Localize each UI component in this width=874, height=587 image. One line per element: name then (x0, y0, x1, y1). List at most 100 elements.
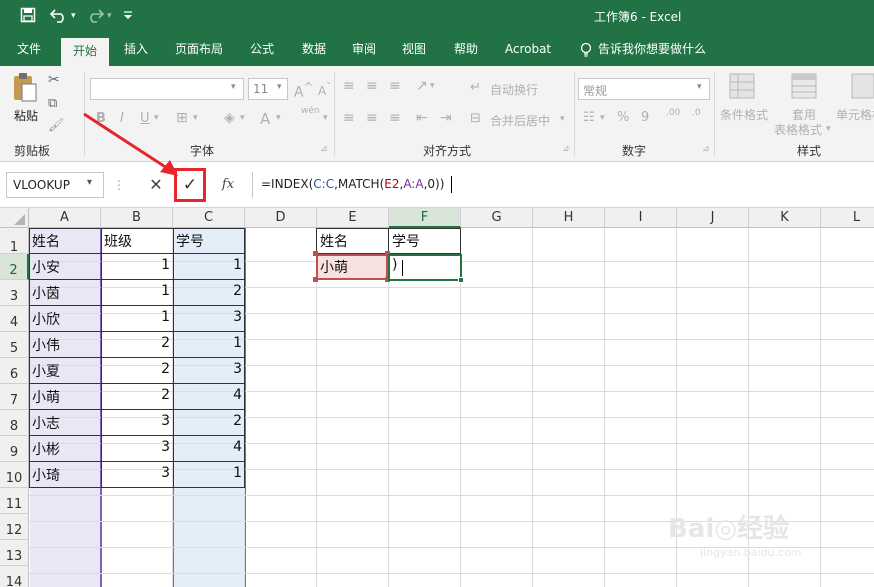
row-header-7[interactable]: 7 (0, 384, 29, 410)
row-header-10[interactable]: 10 (0, 462, 29, 488)
lookup-name-value[interactable]: 小萌 (320, 257, 348, 277)
copy-icon[interactable]: ⧉ (48, 96, 57, 111)
format-table-label-2[interactable]: 表格格式 (774, 121, 822, 138)
table-cell[interactable]: 1 (104, 257, 170, 273)
row-header-6[interactable]: 6 (0, 358, 29, 384)
conditional-format-button[interactable]: 条件格式 (720, 106, 768, 123)
col-header-e[interactable]: E (317, 208, 389, 228)
increase-decimal-button[interactable]: .00 (666, 108, 680, 118)
number-format-box[interactable]: 常规 ▾ (578, 78, 710, 100)
format-table-dropdown-icon[interactable]: ▾ (826, 124, 831, 134)
select-all-corner[interactable] (0, 208, 29, 228)
align-left-icon[interactable]: ≡ (343, 110, 355, 126)
font-size-box[interactable]: 11 ▾ (248, 78, 288, 100)
table-cell[interactable]: 4 (176, 439, 242, 455)
phonetic-dropdown-icon[interactable]: ▾ (323, 113, 328, 123)
row-header-13[interactable]: 13 (0, 540, 29, 566)
cell-styles-icon[interactable] (850, 72, 874, 103)
table-cell[interactable]: 小安 (32, 257, 60, 277)
table-cell[interactable]: 小伟 (32, 335, 60, 355)
undo-dropdown-icon[interactable]: ▾ (71, 11, 76, 21)
merge-icon[interactable]: ⊟ (470, 111, 481, 126)
col-header-b[interactable]: B (101, 208, 173, 228)
tab-acrobat[interactable]: Acrobat (498, 34, 558, 66)
col-header-k[interactable]: K (749, 208, 821, 228)
paste-icon[interactable] (12, 72, 38, 107)
row-header-2[interactable]: 2 (0, 254, 29, 280)
font-color-icon[interactable]: A (260, 110, 270, 128)
redo-dropdown-icon[interactable]: ▾ (107, 11, 112, 21)
row-header-3[interactable]: 3 (0, 280, 29, 306)
align-bottom-icon[interactable]: ≡ (389, 78, 401, 94)
customize-icon[interactable] (123, 9, 133, 24)
grow-font-icon[interactable]: A^ (294, 80, 313, 101)
header-class[interactable]: 班级 (104, 231, 132, 251)
align-right-icon[interactable]: ≡ (389, 110, 401, 126)
lookup-id-header[interactable]: 学号 (392, 231, 420, 251)
col-header-d[interactable]: D (245, 208, 317, 228)
row-header-11[interactable]: 11 (0, 488, 29, 514)
spreadsheet-grid[interactable]: A B C D E F G H I J K L 1 2 3 4 5 6 7 8 … (0, 208, 874, 587)
table-cell[interactable]: 3 (104, 413, 170, 429)
fill-color-icon[interactable]: ◈ (224, 110, 235, 126)
col-header-f[interactable]: F (389, 208, 461, 228)
table-cell[interactable]: 3 (176, 361, 242, 377)
tab-help[interactable]: 帮助 (444, 34, 488, 66)
save-icon[interactable] (20, 7, 36, 27)
row-header-8[interactable]: 8 (0, 410, 29, 436)
decrease-indent-icon[interactable]: ⇤ (416, 110, 428, 126)
row-header-12[interactable]: 12 (0, 514, 29, 540)
font-launcher-icon[interactable]: ⊿ (320, 144, 328, 154)
row-header-4[interactable]: 4 (0, 306, 29, 332)
redo-icon[interactable] (86, 7, 105, 27)
active-cell-value[interactable]: ) (392, 257, 397, 273)
accounting-dropdown-icon[interactable]: ▾ (600, 113, 605, 123)
formula-input[interactable]: =INDEX(C:C,MATCH(E2,A:A,0)) (252, 172, 874, 198)
header-name[interactable]: 姓名 (32, 231, 60, 251)
tab-home[interactable]: 开始 (61, 38, 109, 66)
decrease-decimal-button[interactable]: .0 (692, 108, 701, 118)
tab-page-layout[interactable]: 页面布局 (167, 34, 231, 66)
row-header-5[interactable]: 5 (0, 332, 29, 358)
table-cell[interactable]: 1 (176, 257, 242, 273)
col-header-g[interactable]: G (461, 208, 533, 228)
table-cell[interactable]: 1 (176, 465, 242, 481)
increase-indent-icon[interactable]: ⇥ (440, 110, 452, 126)
wrap-text-button[interactable]: 自动换行 (490, 81, 538, 98)
active-cell-f2[interactable] (388, 254, 462, 281)
table-cell[interactable]: 4 (176, 387, 242, 403)
table-cell[interactable]: 小夏 (32, 361, 60, 381)
align-top-icon[interactable]: ≡ (343, 78, 355, 94)
tell-me-search[interactable]: 告诉我你想要做什么 (596, 34, 708, 66)
shrink-font-icon[interactable]: Aˇ (318, 82, 331, 98)
merge-center-button[interactable]: 合并后居中 (490, 112, 550, 129)
col-header-i[interactable]: I (605, 208, 677, 228)
undo-icon[interactable] (49, 7, 68, 27)
table-cell[interactable]: 小琦 (32, 465, 60, 485)
table-cell[interactable]: 1 (104, 283, 170, 299)
table-cell[interactable]: 2 (176, 283, 242, 299)
merge-dropdown-icon[interactable]: ▾ (560, 114, 565, 124)
conditional-format-icon[interactable] (728, 72, 756, 103)
table-cell[interactable]: 小彬 (32, 439, 60, 459)
number-launcher-icon[interactable]: ⊿ (702, 144, 710, 154)
font-color-dropdown-icon[interactable]: ▾ (276, 113, 281, 123)
header-id[interactable]: 学号 (176, 231, 204, 251)
format-painter-icon[interactable]: 🖌 (48, 118, 65, 133)
cell-styles-button[interactable]: 单元格样 (836, 106, 874, 123)
orientation-icon[interactable]: ↗ (416, 78, 428, 94)
row-header-9[interactable]: 9 (0, 436, 29, 462)
alignment-launcher-icon[interactable]: ⊿ (562, 144, 570, 154)
tab-review[interactable]: 审阅 (342, 34, 386, 66)
paste-label[interactable]: 粘贴 (14, 107, 38, 124)
table-cell[interactable]: 1 (176, 335, 242, 351)
row-header-1[interactable]: 1 (0, 228, 29, 255)
table-cell[interactable]: 3 (104, 465, 170, 481)
table-cell[interactable]: 小志 (32, 413, 60, 433)
percent-button[interactable]: % (617, 110, 629, 125)
font-name-box[interactable]: ▾ (90, 78, 244, 100)
col-header-h[interactable]: H (533, 208, 605, 228)
row-header-14[interactable]: 14 (0, 566, 29, 587)
col-header-j[interactable]: J (677, 208, 749, 228)
table-cell[interactable]: 2 (104, 387, 170, 403)
